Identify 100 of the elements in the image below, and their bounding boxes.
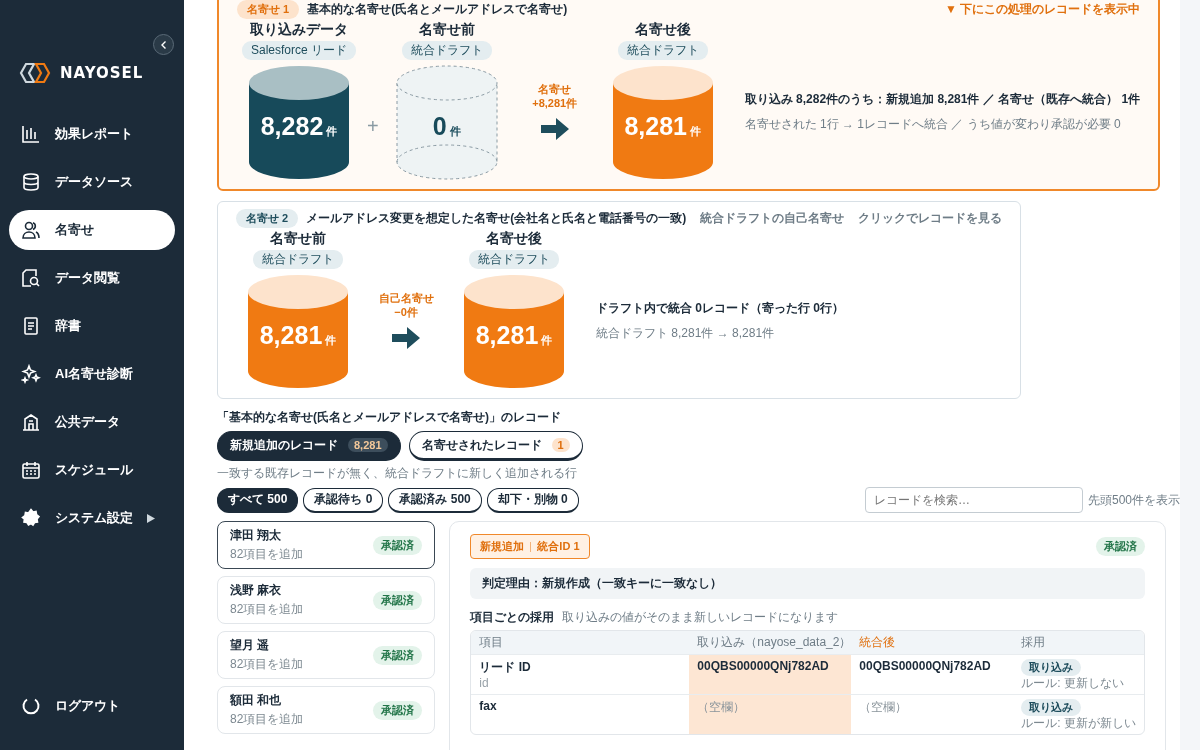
step-title: メールアドレス変更を想定した名寄せ(会社名と氏名と電話番号の一致) (306, 210, 687, 227)
merged-value: （空欄） (859, 699, 909, 717)
nav-item[interactable]: データ閲覧 (9, 258, 175, 298)
book-icon (21, 316, 41, 336)
status-badge: 承認済 (1096, 537, 1145, 556)
step-detail: 名寄せされた 1行 → 1レコードへ統合 ／ うち値が変わり承認が必要 0 (744, 116, 1122, 133)
record-item[interactable]: 津田 翔太 82項目を追加 承認済 (217, 521, 436, 569)
logout-button[interactable]: ログアウト (9, 686, 175, 726)
nav-item[interactable]: データソース (9, 162, 175, 202)
record-name: 津田 翔太 (230, 527, 283, 544)
field-label: fax (479, 699, 498, 714)
record-subtitle: 82項目を追加 (230, 656, 304, 673)
record-count: 0 件 (431, 112, 462, 141)
merge-label: 自己名寄せ −0件 (378, 290, 434, 320)
step-title: 基本的な名寄せ(氏名とメールアドレスで名寄せ) (307, 1, 568, 18)
step-note: 統合ドラフトの自己名寄せ (700, 210, 845, 227)
calendar-icon (21, 460, 41, 480)
records-heading: 「基本的な名寄せ(氏名とメールアドレスで名寄せ)」のレコード (217, 409, 562, 426)
power-icon (21, 696, 41, 716)
gear-icon (21, 508, 41, 528)
record-subtitle: 82項目を追加 (230, 546, 304, 563)
limit-note: 先頭500件を表示 (1087, 491, 1180, 509)
rule-text: ルール: 更新しない (1021, 677, 1124, 691)
record-name: 望月 遥 (230, 637, 271, 654)
column-header: 採用 (1020, 634, 1047, 651)
logo-text: NAYOSEL (60, 64, 144, 82)
source-tag: 統合ドラフト (617, 41, 708, 60)
database-icon (21, 172, 41, 192)
building-icon (21, 412, 41, 432)
fields-hint: 取り込みの値がそのまま新しいレコードになります (562, 609, 839, 626)
field-label: リード ID (479, 659, 532, 676)
field-key: id (479, 677, 682, 689)
stage-title: 名寄せ後 (634, 21, 691, 39)
users-icon (21, 220, 41, 240)
step-note: クリックでレコードを見る (858, 210, 1003, 227)
expand-arrow-icon (147, 513, 155, 523)
arrow-right-icon (540, 118, 569, 141)
nav-item[interactable]: 辞書 (9, 306, 175, 346)
step-detail: 統合ドラフト 8,281件 → 8,281件 (596, 325, 776, 342)
bar-chart-icon (21, 124, 41, 144)
document-search-icon (21, 268, 41, 288)
step-badge: 名寄せ 1 (237, 0, 300, 19)
stage-title: 取り込みデータ (250, 21, 348, 39)
step-summary: 取り込み 8,282件のうち：新規追加 8,281件 ／ 名寄せ（既存へ統合） 1件 (744, 91, 1141, 108)
logo-icon (18, 62, 52, 84)
source-tag: 統合ドラフト (401, 41, 492, 60)
record-name: 浅野 麻衣 (230, 582, 283, 599)
status-badge: 承認済 (373, 590, 423, 610)
collapse-button[interactable] (153, 34, 174, 55)
filter-chip[interactable]: 却下・別物 0 (486, 487, 579, 513)
reason-box: 判定理由：新規作成（一致キーに一致なし） (470, 568, 1145, 599)
record-subtitle: 82項目を追加 (230, 711, 304, 728)
column-header: 項目 (478, 634, 505, 651)
record-name: 額田 和也 (230, 692, 283, 709)
search-field[interactable]: レコードを検索… (864, 487, 1083, 513)
step-summary: ドラフト内で統合 0レコード（寄った行 0行） (596, 300, 844, 317)
column-header: 取り込み（nayose_data_2） (696, 634, 852, 651)
record-tab[interactable]: 名寄せされたレコード 1 (408, 431, 583, 461)
record-item[interactable]: 望月 遥 82項目を追加 承認済 (217, 631, 436, 679)
rule-text: ルール: 更新が新しい (1021, 717, 1136, 731)
merge-label: 名寄せ +8,281件 (532, 81, 578, 111)
filter-chip[interactable]: すべて 500 (217, 487, 299, 513)
record-tab[interactable]: 新規追加のレコード 8,281 (217, 431, 401, 461)
import-value: 00QBS00000QNj782AD (697, 659, 830, 673)
merged-value: 00QBS00000QNj782AD (859, 659, 992, 673)
record-count: 8,281 件 (258, 321, 338, 350)
record-item[interactable]: 額田 和也 82項目を追加 承認済 (217, 686, 436, 734)
nav-item[interactable]: 効果レポート (9, 114, 175, 154)
adopt-badge: 取り込み (1021, 699, 1082, 717)
step-note: ▼ 下にこの処理のレコードを表示中 (944, 1, 1141, 18)
column-header: 統合後 (858, 634, 897, 651)
source-tag: 統合ドラフト (469, 250, 559, 269)
tab-hint: 一致する既存レコードが無く、統合ドラフトに新しく追加される行 (217, 465, 578, 482)
record-count: 8,281 件 (623, 112, 702, 141)
step-badge: 名寄せ 2 (236, 209, 299, 228)
filter-chip[interactable]: 承認待ち 0 (303, 487, 384, 513)
merge-step-card[interactable]: 名寄せ 2 メールアドレス変更を想定した名寄せ(会社名と氏名と電話番号の一致) 統合ドラフトの自己名寄せ クリックでレコードを見る 名寄せ前 統合ドラフト 8,281 件 自己名寄せ −0件 名寄せ後 統合ドラフト 8,281 件 ドラフト内で統合 0レコード（寄った行 0行） 統合ドラフト 8,281件 → 8,281件 (217, 201, 1022, 399)
nav-item[interactable]: 名寄せ (9, 210, 175, 250)
stage-title: 名寄せ前 (270, 230, 326, 248)
plus-sign: + (367, 114, 379, 138)
nav-item[interactable]: システム設定 (9, 498, 175, 538)
nav-item[interactable]: スケジュール (9, 450, 175, 490)
arrow-right-icon (392, 327, 420, 350)
stage-title: 名寄せ後 (486, 230, 542, 248)
sparkles-icon (21, 364, 41, 384)
import-value: （空欄） (697, 699, 747, 717)
fields-heading: 項目ごとの採用 (470, 609, 555, 626)
nav-item[interactable]: AI名寄せ診断 (9, 354, 175, 394)
merge-step-card[interactable] (217, 0, 1161, 191)
stage-title: 名寄せ前 (418, 21, 475, 39)
filter-chip[interactable]: 承認済み 500 (388, 487, 482, 513)
status-badge: 承認済 (373, 535, 423, 555)
adopt-badge: 取り込み (1021, 659, 1082, 676)
record-count: 8,282 件 (259, 112, 339, 141)
source-tag: Salesforce リード (242, 41, 356, 60)
status-badge: 承認済 (373, 700, 423, 720)
nav-item[interactable]: 公共データ (9, 402, 175, 442)
record-item[interactable]: 浅野 麻衣 82項目を追加 承認済 (217, 576, 436, 624)
source-tag: 統合ドラフト (253, 250, 343, 269)
status-badge: 承認済 (373, 645, 423, 665)
